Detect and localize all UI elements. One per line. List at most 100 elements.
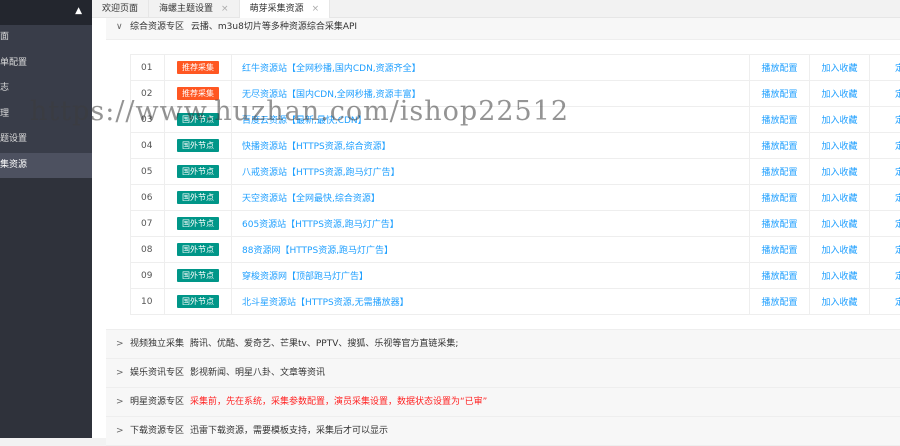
more-action-link[interactable]: 定 xyxy=(895,272,900,282)
more-action-link[interactable]: 定 xyxy=(895,246,900,256)
play-config-link[interactable]: 播放配置 xyxy=(761,246,797,256)
chevron-down-icon: ∨ xyxy=(116,18,123,36)
section-desc: 采集前，先在系统，采集参数配置，演员采集设置，数据状态设置为“已审” xyxy=(190,397,487,407)
table-row: 06 国外节点 天空资源站【全网最快,综合资源】 播放配置 加入收藏 定 xyxy=(131,185,900,211)
resource-link[interactable]: 快播资源站【HTTPS资源,综合资源】 xyxy=(242,142,391,152)
collapsed-section[interactable]: >视频独立采集腾讯、优酷、爱奇艺、芒果tv、PPTV、搜狐、乐视等官方直链采集; xyxy=(106,330,900,359)
add-favorite-link[interactable]: 加入收藏 xyxy=(821,168,857,178)
add-favorite-link[interactable]: 加入收藏 xyxy=(821,142,857,152)
sidebar-item[interactable]: 面 xyxy=(0,25,92,51)
name-cell: 天空资源站【全网最快,综合资源】 xyxy=(232,185,750,211)
add-favorite-link[interactable]: 加入收藏 xyxy=(821,220,857,230)
collapse-up-icon[interactable]: ▲ xyxy=(75,6,82,16)
play-config-link[interactable]: 播放配置 xyxy=(761,168,797,178)
add-favorite-link[interactable]: 加入收藏 xyxy=(821,298,857,308)
resource-link[interactable]: 605资源站【HTTPS资源,跑马灯广告】 xyxy=(242,220,399,230)
section-desc: 腾讯、优酷、爱奇艺、芒果tv、PPTV、搜狐、乐视等官方直链采集; xyxy=(190,339,458,349)
tab-welcome[interactable]: 欢迎页面 xyxy=(92,0,149,18)
table-row: 03 国外节点 百度云资源【最新,最快,CDN】 播放配置 加入收藏 定 xyxy=(131,107,900,133)
tab-collect-resources[interactable]: 萌芽采集资源 × xyxy=(240,0,331,18)
collapsed-section[interactable]: >娱乐资讯专区影视新闻、明星八卦、文章等资讯 xyxy=(106,359,900,388)
name-cell: 红牛资源站【全网秒播,国内CDN,资源齐全】 xyxy=(232,55,750,81)
action-cell: 播放配置 xyxy=(750,81,810,107)
play-config-link[interactable]: 播放配置 xyxy=(761,64,797,74)
more-action-link[interactable]: 定 xyxy=(895,168,900,178)
resource-link[interactable]: 百度云资源【最新,最快,CDN】 xyxy=(242,116,367,126)
resource-link[interactable]: 88资源网【HTTPS资源,跑马灯广告】 xyxy=(242,246,393,256)
tab-bar: 欢迎页面 海螺主题设置× 萌芽采集资源 × xyxy=(92,0,900,18)
sidebar-item[interactable]: 单配置 xyxy=(0,51,92,77)
add-favorite-link[interactable]: 加入收藏 xyxy=(821,64,857,74)
add-favorite-link[interactable]: 加入收藏 xyxy=(821,90,857,100)
section-title: 娱乐资讯专区 xyxy=(130,368,184,378)
sidebar-item[interactable]: 题设置 xyxy=(0,127,92,153)
chevron-right-icon: > xyxy=(116,388,124,417)
play-config-link[interactable]: 播放配置 xyxy=(761,194,797,204)
collapsed-section[interactable]: > 下载资源专区迅雷下载资源，需要模板支持，采集后才可以显示 xyxy=(106,417,900,446)
play-config-link[interactable]: 播放配置 xyxy=(761,90,797,100)
table-row: 01 推荐采集 红牛资源站【全网秒播,国内CDN,资源齐全】 播放配置 加入收藏… xyxy=(131,55,900,81)
sidebar-item[interactable]: 理 xyxy=(0,102,92,128)
more-action-link[interactable]: 定 xyxy=(895,142,900,152)
more-action-link[interactable]: 定 xyxy=(895,116,900,126)
action-cell: 加入收藏 xyxy=(810,185,870,211)
resource-link[interactable]: 北斗星资源站【HTTPS资源,无需播放器】 xyxy=(242,298,409,308)
section-title: 下载资源专区 xyxy=(130,426,184,436)
close-icon[interactable]: × xyxy=(312,0,320,18)
tag-cell: 国外节点 xyxy=(165,133,232,159)
sidebar-item[interactable]: 集资源 xyxy=(0,153,92,179)
play-config-link[interactable]: 播放配置 xyxy=(761,272,797,282)
more-action-link[interactable]: 定 xyxy=(895,64,900,74)
name-cell: 605资源站【HTTPS资源,跑马灯广告】 xyxy=(232,211,750,237)
name-cell: 88资源网【HTTPS资源,跑马灯广告】 xyxy=(232,237,750,263)
row-number: 05 xyxy=(131,159,165,185)
tag-cell: 推荐采集 xyxy=(165,81,232,107)
section-title: 明星资源专区 xyxy=(130,397,184,407)
tag-cell: 国外节点 xyxy=(165,107,232,133)
sidebar-item[interactable]: 志 xyxy=(0,76,92,102)
more-action-link[interactable]: 定 xyxy=(895,90,900,100)
resource-link[interactable]: 穿梭资源网【顶部跑马灯广告】 xyxy=(242,272,368,282)
sidebar: ▲ 面单配置志理题设置集资源 xyxy=(0,0,92,438)
chevron-right-icon: > xyxy=(116,417,124,446)
add-favorite-link[interactable]: 加入收藏 xyxy=(821,272,857,282)
table-row: 02 推荐采集 无尽资源站【国内CDN,全网秒播,资源丰富】 播放配置 加入收藏… xyxy=(131,81,900,107)
name-cell: 八戒资源站【HTTPS资源,跑马灯广告】 xyxy=(232,159,750,185)
sidebar-header: ▲ xyxy=(0,0,92,25)
section-header-comprehensive[interactable]: ∨ 综合资源专区 云播、m3u8切片等多种资源综合采集API xyxy=(106,18,900,40)
play-config-link[interactable]: 播放配置 xyxy=(761,298,797,308)
table-row: 04 国外节点 快播资源站【HTTPS资源,综合资源】 播放配置 加入收藏 定 xyxy=(131,133,900,159)
add-favorite-link[interactable]: 加入收藏 xyxy=(821,246,857,256)
tab-theme-settings[interactable]: 海螺主题设置× xyxy=(149,0,240,18)
more-action-link[interactable]: 定 xyxy=(895,298,900,308)
action-cell: 加入收藏 xyxy=(810,133,870,159)
tab-label: 萌芽采集资源 xyxy=(250,0,304,18)
close-icon[interactable]: × xyxy=(221,0,229,18)
resource-link[interactable]: 无尽资源站【国内CDN,全网秒播,资源丰富】 xyxy=(242,90,421,100)
more-action-link[interactable]: 定 xyxy=(895,220,900,230)
name-cell: 百度云资源【最新,最快,CDN】 xyxy=(232,107,750,133)
action-cell: 定 xyxy=(870,133,900,159)
play-config-link[interactable]: 播放配置 xyxy=(761,142,797,152)
play-config-link[interactable]: 播放配置 xyxy=(761,116,797,126)
collapsed-section[interactable]: > 明星资源专区采集前，先在系统，采集参数配置，演员采集设置，数据状态设置为“已审… xyxy=(106,388,900,417)
action-cell: 播放配置 xyxy=(750,133,810,159)
resource-link[interactable]: 红牛资源站【全网秒播,国内CDN,资源齐全】 xyxy=(242,64,421,74)
resource-link[interactable]: 八戒资源站【HTTPS资源,跑马灯广告】 xyxy=(242,168,400,178)
action-cell: 播放配置 xyxy=(750,107,810,133)
row-number: 06 xyxy=(131,185,165,211)
more-action-link[interactable]: 定 xyxy=(895,194,900,204)
tag-cell: 国外节点 xyxy=(165,159,232,185)
section-desc: 迅雷下载资源，需要模板支持，采集后才可以显示 xyxy=(190,426,388,436)
section-desc: 云播、m3u8切片等多种资源综合采集API xyxy=(191,22,357,32)
resource-link[interactable]: 天空资源站【全网最快,综合资源】 xyxy=(242,194,380,204)
add-favorite-link[interactable]: 加入收藏 xyxy=(821,116,857,126)
action-cell: 加入收藏 xyxy=(810,107,870,133)
row-number: 02 xyxy=(131,81,165,107)
status-badge: 国外节点 xyxy=(177,243,219,256)
add-favorite-link[interactable]: 加入收藏 xyxy=(821,194,857,204)
action-cell: 加入收藏 xyxy=(810,289,870,315)
sidebar-empty xyxy=(0,178,92,438)
play-config-link[interactable]: 播放配置 xyxy=(761,220,797,230)
row-number: 07 xyxy=(131,211,165,237)
